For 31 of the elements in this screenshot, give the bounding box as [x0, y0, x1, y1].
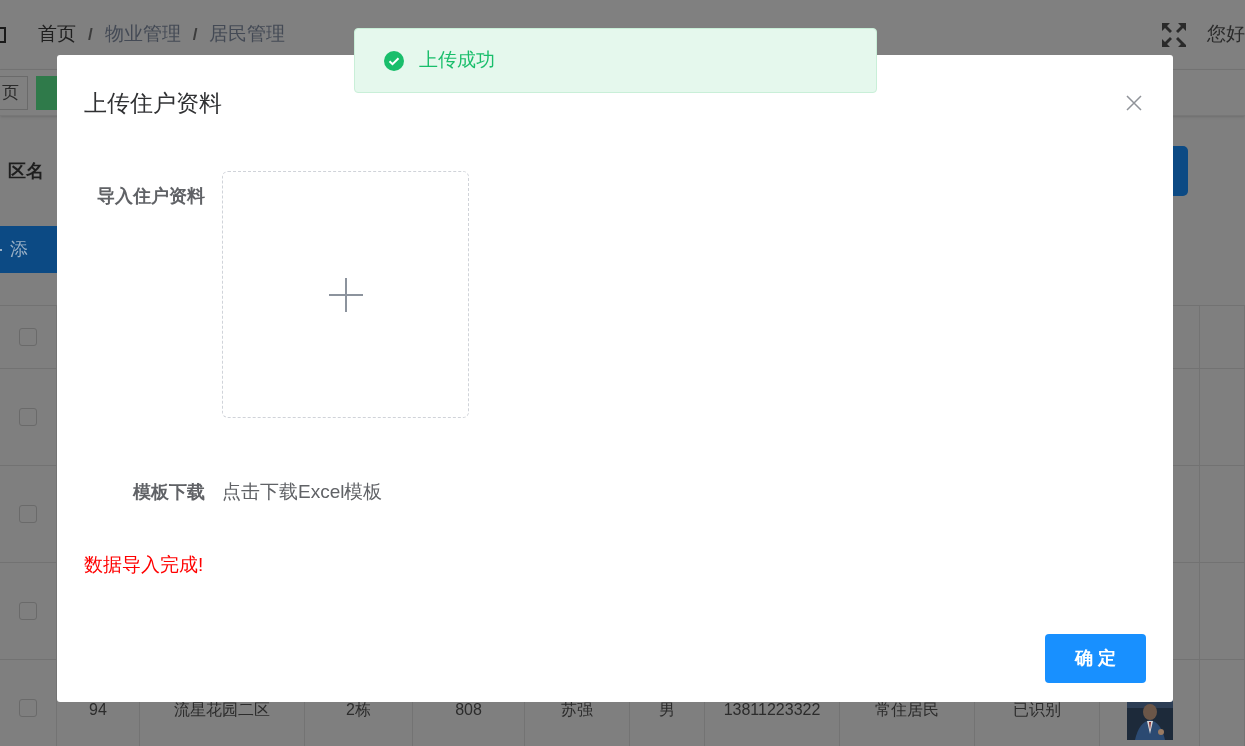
table-cell-text: 流星花园二区 [174, 700, 270, 720]
table-cell-text: 94 [89, 700, 107, 720]
breadcrumb-item[interactable]: 居民管理 [209, 20, 286, 49]
toast-text: 上传成功 [419, 48, 495, 73]
download-link[interactable]: 点击下载Excel模板 [222, 478, 383, 507]
table-cell-text: 已识别 [1013, 700, 1061, 720]
table-cell-text: 常住居民 [875, 700, 939, 720]
field-label: 模板下载 [133, 480, 205, 504]
status-message: 数据导入完成! [84, 552, 205, 577]
breadcrumb-separator: / [88, 23, 93, 46]
breadcrumb-item[interactable]: 物业管理 [104, 20, 181, 49]
menu-icon[interactable] [0, 26, 6, 43]
plus-icon [328, 277, 363, 312]
greeting-text: 您好 [1207, 22, 1245, 47]
fullscreen-icon[interactable] [1161, 21, 1187, 48]
check-icon [384, 50, 404, 71]
confirm-button[interactable]: 确 定 [1045, 634, 1146, 683]
table-cell-text: 苏强 [561, 700, 593, 720]
field-label: 导入住户资料 [97, 185, 205, 208]
breadcrumb-separator: / [192, 23, 198, 46]
table-cell-text: 2栋 [346, 700, 371, 720]
filter-label: 区名 [8, 159, 44, 183]
dialog-title: 上传住户资料 [84, 88, 222, 118]
breadcrumb-item[interactable]: 首页 [38, 20, 76, 49]
table-cell-text: 13811223322 [723, 700, 821, 720]
table-cell-text: 808 [455, 700, 482, 720]
add-button[interactable]: 添 [0, 226, 60, 273]
tab-tag[interactable]: 页 [0, 75, 28, 110]
upload-area[interactable] [222, 171, 469, 418]
table-cell-text: 男 [659, 700, 675, 720]
close-icon[interactable] [1126, 95, 1142, 111]
